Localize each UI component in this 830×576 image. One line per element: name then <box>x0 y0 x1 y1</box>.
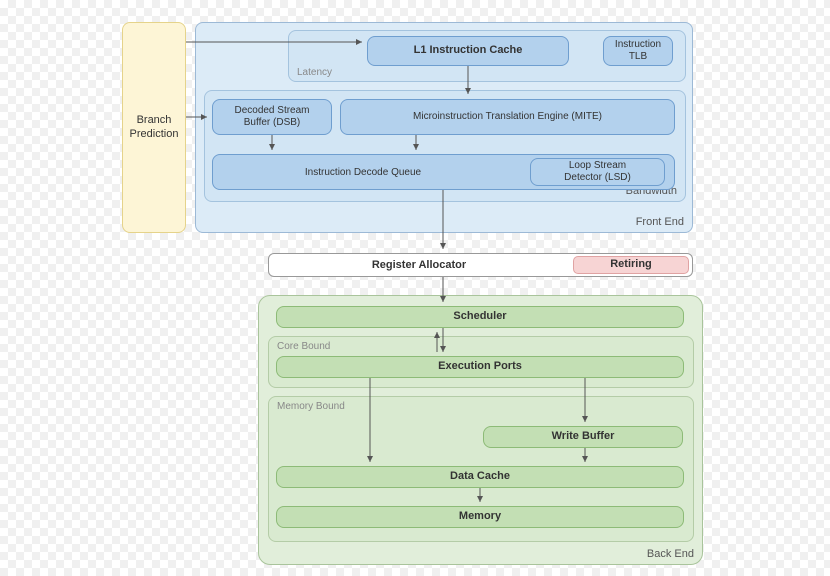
block-itlb: Instruction TLB <box>603 36 673 66</box>
label-idq: Instruction Decode Queue <box>213 155 513 191</box>
block-branch-prediction: Branch Prediction <box>122 22 186 233</box>
label-core-bound: Core Bound <box>277 341 330 352</box>
block-retiring: Retiring <box>573 256 689 274</box>
label-front-end: Front End <box>636 216 684 228</box>
block-data-cache: Data Cache <box>276 466 684 488</box>
block-scheduler: Scheduler <box>276 306 684 328</box>
label-back-end: Back End <box>647 548 694 560</box>
block-write-buffer: Write Buffer <box>483 426 683 448</box>
label-memory-bound: Memory Bound <box>277 401 345 412</box>
block-execution-ports: Execution Ports <box>276 356 684 378</box>
block-dsb: Decoded Stream Buffer (DSB) <box>212 99 332 135</box>
block-lsd: Loop Stream Detector (LSD) <box>530 158 665 186</box>
block-l1-icache: L1 Instruction Cache <box>367 36 569 66</box>
block-mite: Microinstruction Translation Engine (MIT… <box>340 99 675 135</box>
label-latency: Latency <box>297 67 332 78</box>
block-memory: Memory <box>276 506 684 528</box>
label-register-allocator: Register Allocator <box>269 254 569 278</box>
